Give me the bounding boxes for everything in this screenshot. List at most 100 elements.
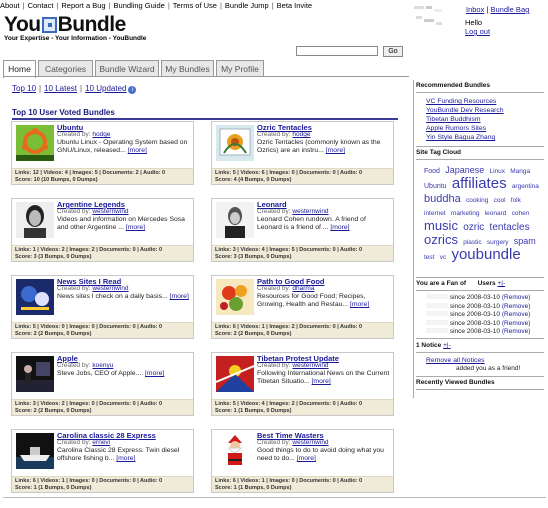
top-nav-link[interactable]: Beta Invite — [277, 1, 312, 10]
remove-fan-link[interactable]: (Remove) — [502, 320, 531, 327]
more-link[interactable]: [more] — [312, 378, 331, 385]
top-10-link[interactable]: Top 10 — [12, 84, 36, 93]
bundle-thumbnail[interactable] — [216, 202, 254, 238]
bundle-thumbnail[interactable] — [216, 279, 254, 315]
tag-link[interactable]: Manga — [510, 168, 530, 175]
author-link[interactable]: ernevi — [92, 439, 110, 446]
top-nav-link[interactable]: Terms of Use — [173, 1, 217, 10]
author-link[interactable]: koenyu — [92, 362, 113, 369]
bundle-counts: Links: 5 | Videos: 6 | Images: 0 | Docum… — [215, 170, 363, 176]
more-link[interactable]: [more] — [170, 293, 189, 300]
author-link[interactable]: westernwind — [292, 362, 328, 369]
author-link[interactable]: hodge — [292, 131, 310, 138]
top-nav-link[interactable]: Report a Bug — [61, 1, 105, 10]
top-nav-link[interactable]: Bundling Guide — [114, 1, 165, 10]
tab-my-profile[interactable]: My Profile — [216, 60, 264, 77]
tag-link[interactable]: Food — [424, 168, 440, 175]
inbox-link[interactable]: Inbox — [466, 5, 484, 14]
more-link[interactable]: [more] — [145, 370, 164, 377]
recommended-item[interactable]: Tibetan Buddhism — [426, 116, 481, 123]
remove-all-notices-link[interactable]: Remove all Notices — [426, 357, 485, 364]
remove-fan-link[interactable]: (Remove) — [502, 294, 531, 301]
bundle-bag-link[interactable]: Bundle Bag — [491, 5, 530, 14]
tag-link[interactable]: Linux — [489, 168, 505, 175]
top-nav-link[interactable]: About — [0, 1, 20, 10]
recommended-item[interactable]: Yin Style Bagua Zhang — [426, 134, 495, 141]
search-input[interactable] — [296, 46, 378, 56]
tag-link[interactable]: folk — [511, 197, 521, 204]
bundle-stats: Links: 6 | Videos: 1 | Images: 0 | Docum… — [12, 476, 193, 492]
tag-link[interactable]: internet — [424, 210, 446, 217]
more-link[interactable]: [more] — [330, 224, 349, 231]
tag-link[interactable]: spam — [514, 236, 536, 246]
bundle-thumbnail[interactable] — [216, 433, 254, 469]
tag-link[interactable]: leonard — [485, 210, 507, 217]
tag-link[interactable]: cohen — [512, 210, 530, 217]
author-link[interactable]: westernwind — [92, 208, 128, 215]
bundle-counts: Links: 6 | Videos: 1 | Images: 0 | Docum… — [15, 478, 163, 484]
bundle-thumbnail[interactable] — [216, 125, 254, 161]
tab-my-bundles[interactable]: My Bundles — [161, 60, 214, 77]
notice-toggle[interactable]: +|- — [443, 342, 451, 349]
avatar[interactable] — [412, 4, 452, 32]
tag-link[interactable]: affiliates — [452, 175, 507, 192]
tag-link[interactable]: marketing — [451, 210, 480, 217]
tag-link[interactable]: music — [424, 218, 458, 233]
bundle-thumbnail[interactable] — [16, 356, 54, 392]
author-link[interactable]: dharma — [292, 285, 314, 292]
fans-toggle[interactable]: +|- — [497, 280, 505, 287]
author-link[interactable]: westernwind — [92, 285, 128, 292]
bundle-thumbnail[interactable] — [16, 202, 54, 238]
more-link[interactable]: [more] — [350, 301, 369, 308]
more-link[interactable]: [more] — [326, 147, 345, 154]
remove-fan-link[interactable]: (Remove) — [502, 328, 531, 335]
bundle-counts: Links: 12 | Videos: 4 | Images: 5 | Docu… — [15, 170, 166, 176]
tag-link[interactable]: vc — [440, 254, 447, 261]
logout-link[interactable]: Log out — [465, 27, 490, 36]
tag-link[interactable]: youbundle — [451, 246, 520, 263]
tag-link[interactable]: Ubuntu — [424, 183, 447, 190]
tab-divider — [3, 76, 409, 77]
author-link[interactable]: westernwind — [292, 208, 328, 215]
bundle-card: News Sites I Read Created by: westernwind… — [11, 275, 194, 339]
more-link[interactable]: [more] — [116, 455, 135, 462]
recommended-item[interactable]: YouBundle Dev Research — [426, 107, 504, 114]
more-link[interactable]: [more] — [126, 224, 145, 231]
author-link[interactable]: hodge — [92, 131, 110, 138]
bundle-thumbnail[interactable] — [16, 125, 54, 161]
tab-bundle-wizard[interactable]: Bundle Wizard — [95, 60, 159, 77]
bundle-counts: Links: 5 | Videos: 0 | Images: 0 | Docum… — [15, 324, 163, 330]
remove-fan-link[interactable]: (Remove) — [502, 311, 531, 318]
tag-link[interactable]: Japanese — [445, 165, 484, 175]
tag-link[interactable]: argentina — [512, 183, 539, 190]
tag-link[interactable]: cooking — [466, 197, 488, 204]
tag-link[interactable]: test — [424, 254, 434, 261]
latest-10-link[interactable]: 10 Latest — [44, 84, 77, 93]
bundle-thumbnail[interactable] — [16, 279, 54, 315]
bundle-counts: Links: 1 | Videos: 2 | Images: 2 | Docum… — [15, 247, 163, 253]
bundle-thumbnail[interactable] — [216, 356, 254, 392]
tag-link[interactable]: tentacles — [490, 222, 530, 233]
tag-link[interactable]: buddha — [424, 193, 461, 205]
go-button[interactable]: Go — [383, 46, 403, 57]
tab-categories[interactable]: Categories — [38, 60, 93, 77]
more-link[interactable]: [more] — [128, 147, 147, 154]
tag-link[interactable]: ozric — [463, 222, 484, 233]
tag-link[interactable]: ozrics — [424, 232, 458, 247]
tag-link[interactable]: plastic — [463, 239, 481, 246]
top-nav-link[interactable]: Bundle Jump — [225, 1, 269, 10]
site-logo[interactable]: You Bundle Your Expertise - Your Informat… — [4, 12, 146, 43]
info-icon[interactable]: i — [128, 86, 137, 94]
fan-item: since 2008-03-10 (Remove) — [426, 319, 531, 327]
tag-link[interactable]: cool — [494, 197, 506, 204]
updated-10-link[interactable]: 10 Updated — [85, 84, 126, 93]
more-link[interactable]: [more] — [297, 455, 316, 462]
remove-fan-link[interactable]: (Remove) — [502, 303, 531, 310]
author-link[interactable]: westernwind — [292, 439, 328, 446]
fan-item: since 2008-03-10 (Remove) — [426, 311, 530, 318]
recommended-item[interactable]: VC Funding Resources — [426, 98, 496, 105]
bundle-thumbnail[interactable] — [16, 433, 54, 469]
top-nav-link[interactable]: Contact — [28, 1, 54, 10]
recommended-item[interactable]: Apple Rumors Sites — [426, 125, 486, 132]
tag-link[interactable]: surgery — [487, 239, 509, 246]
